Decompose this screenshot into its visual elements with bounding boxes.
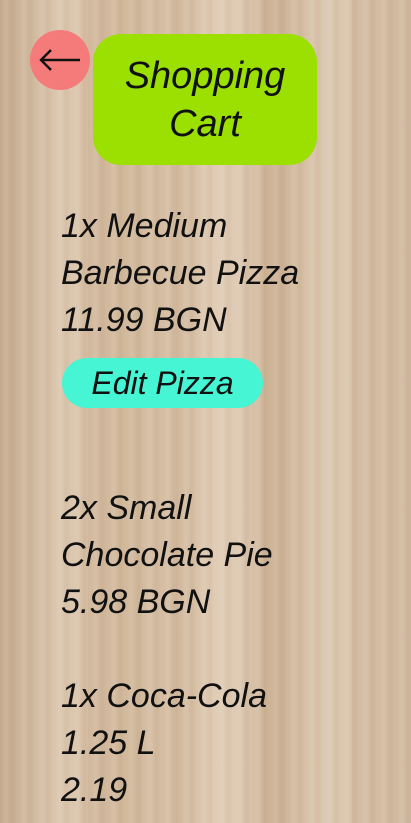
- item-price: 2.19: [61, 771, 128, 809]
- item-quantity-name: 2x Small: [61, 489, 192, 527]
- item-price: 11.99 BGN: [61, 301, 227, 339]
- back-button[interactable]: [30, 30, 90, 90]
- cart-item-pizza: 1x Medium Barbecue Pizza 11.99 BGN: [61, 203, 361, 344]
- page-title: Shopping Cart: [124, 54, 286, 145]
- cart-item-pie: 2x Small Chocolate Pie 5.98 BGN: [61, 485, 361, 626]
- item-quantity-name: 1x Medium: [61, 207, 228, 245]
- item-price: 5.98 BGN: [61, 583, 211, 621]
- item-quantity-name: 1x Coca-Cola: [61, 677, 267, 715]
- item-volume: 1.25 L: [61, 724, 156, 762]
- cart-item-drink: 1x Coca-Cola 1.25 L 2.19: [61, 673, 361, 814]
- item-name: Barbecue Pizza: [61, 254, 300, 292]
- arrow-left-icon: [39, 49, 80, 71]
- item-name: Chocolate Pie: [61, 536, 273, 574]
- edit-pizza-button[interactable]: Edit Pizza: [62, 358, 263, 408]
- page-title-box: Shopping Cart: [93, 34, 317, 165]
